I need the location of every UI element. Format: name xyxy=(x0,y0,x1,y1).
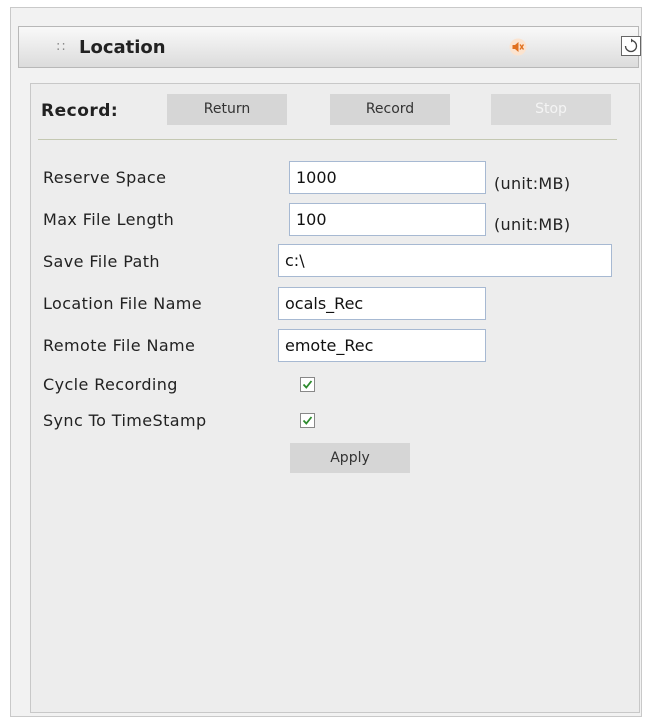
stop-button[interactable]: Stop xyxy=(491,94,611,125)
record-label: Record: xyxy=(41,101,119,121)
save-file-path-label: Save File Path xyxy=(43,252,160,271)
record-button[interactable]: Record xyxy=(330,94,450,125)
return-button[interactable]: Return xyxy=(167,94,287,125)
checkmark-icon xyxy=(302,380,313,389)
reserve-space-label: Reserve Space xyxy=(43,168,167,187)
reserve-space-unit: (unit:MB) xyxy=(494,174,571,193)
sync-to-timestamp-label: Sync To TimeStamp xyxy=(43,411,207,430)
save-file-path-input[interactable] xyxy=(278,244,612,277)
max-file-length-input[interactable] xyxy=(289,203,486,236)
panel-title: Location xyxy=(79,37,166,58)
sync-to-timestamp-checkbox[interactable] xyxy=(300,413,315,428)
location-file-name-input[interactable] xyxy=(278,287,486,320)
max-file-length-unit: (unit:MB) xyxy=(494,215,571,234)
drag-grip-icon[interactable]: :: xyxy=(56,39,67,54)
separator xyxy=(38,139,617,140)
remote-file-name-input[interactable] xyxy=(278,329,486,362)
speaker-muted-icon[interactable] xyxy=(509,38,527,56)
max-file-length-label: Max File Length xyxy=(43,210,175,229)
location-file-name-label: Location File Name xyxy=(43,294,203,313)
refresh-icon[interactable] xyxy=(621,36,641,56)
checkmark-icon xyxy=(302,416,313,425)
cycle-recording-checkbox[interactable] xyxy=(300,377,315,392)
reserve-space-input[interactable] xyxy=(289,161,486,194)
remote-file-name-label: Remote File Name xyxy=(43,336,196,355)
panel-header: :: Location xyxy=(18,26,641,68)
apply-button[interactable]: Apply xyxy=(290,443,410,473)
cycle-recording-label: Cycle Recording xyxy=(43,375,178,394)
